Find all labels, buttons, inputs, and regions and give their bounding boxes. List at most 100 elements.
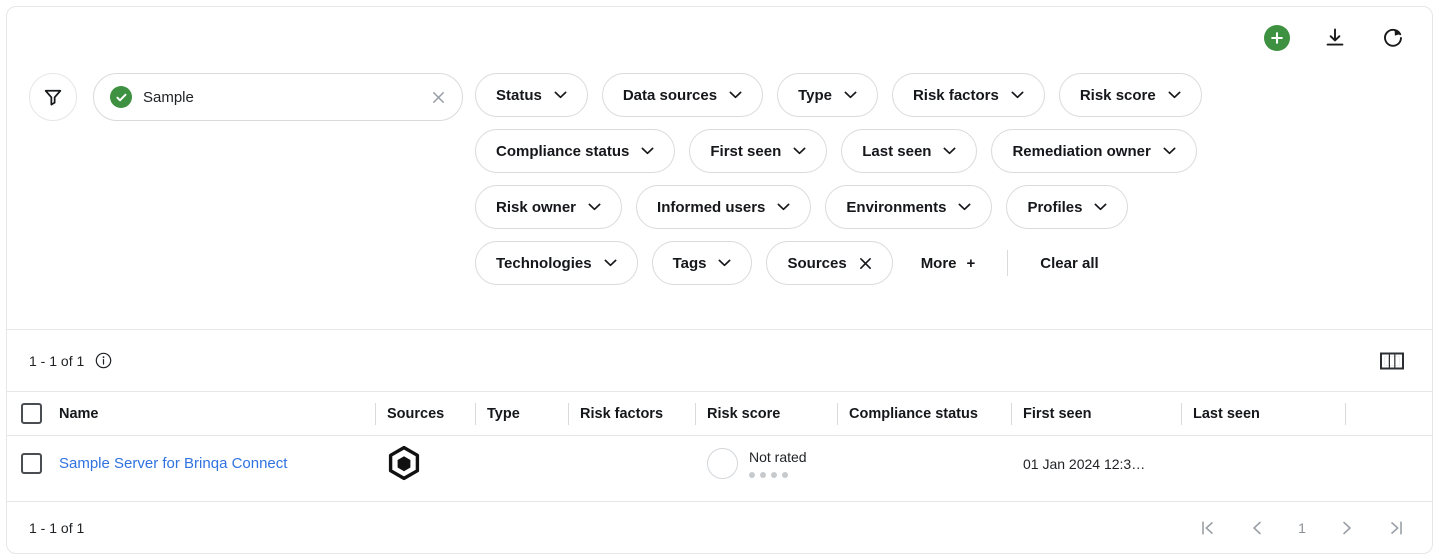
row-checkbox[interactable] — [20, 453, 42, 474]
info-icon[interactable] — [95, 352, 112, 369]
search-input[interactable]: Sample — [93, 73, 463, 121]
chevron-down-icon — [777, 203, 790, 211]
filter-chip-technologies[interactable]: Technologies — [475, 241, 638, 285]
download-icon — [1326, 28, 1344, 46]
column-header-compliance-status[interactable]: Compliance status — [837, 392, 1011, 435]
close-icon — [432, 91, 444, 103]
add-button[interactable] — [1264, 25, 1290, 51]
risk-dot — [782, 471, 788, 478]
previous-page-button[interactable] — [1246, 517, 1268, 539]
risk-score-indicator: Not rated — [707, 448, 807, 479]
column-header-risk-factors[interactable]: Risk factors — [568, 392, 695, 435]
columns-icon — [1380, 352, 1404, 369]
column-header-risk-score[interactable]: Risk score — [695, 392, 837, 435]
filter-chip-risk-owner[interactable]: Risk owner — [475, 185, 623, 229]
chip-label: Profiles — [1027, 198, 1083, 216]
column-header-type[interactable]: Type — [475, 392, 568, 435]
results-count-bar: 1 - 1 of 1 — [7, 329, 1432, 391]
filter-chip-row-4: Technologies Tags Sources More + Clear a… — [475, 241, 1425, 285]
filter-chip-risk-factors[interactable]: Risk factors — [891, 73, 1045, 117]
risk-score-circle — [707, 448, 738, 479]
filter-chip-type[interactable]: Type — [777, 73, 878, 117]
chevron-down-icon — [588, 203, 601, 211]
chevron-left-icon — [1253, 521, 1261, 535]
results-table: Name Sources Type Risk factors Risk scor… — [7, 391, 1432, 491]
chip-label: Remediation owner — [1012, 142, 1151, 160]
chip-label: Last seen — [862, 142, 932, 160]
filter-chip-informed-users[interactable]: Informed users — [636, 185, 812, 229]
content-card: Sample Status Data sources Type Risk fac… — [6, 6, 1433, 554]
cell-type — [475, 436, 568, 491]
cell-first-seen: 01 Jan 2024 12:3… — [1011, 436, 1181, 491]
plus-icon — [1271, 32, 1283, 44]
cell-risk-score: Not rated — [695, 436, 837, 491]
filter-chip-environments[interactable]: Environments — [825, 185, 993, 229]
chevron-down-icon — [943, 147, 956, 155]
chip-label: Status — [496, 86, 542, 104]
app-root: Sample Status Data sources Type Risk fac… — [0, 0, 1439, 560]
risk-dot — [771, 471, 777, 478]
column-header-tail — [1345, 392, 1346, 435]
chevron-down-icon — [554, 91, 567, 99]
refresh-icon — [1384, 28, 1402, 47]
chip-label: Tags — [672, 254, 707, 272]
chevron-down-icon — [958, 203, 971, 211]
chip-label: Risk owner — [496, 198, 577, 216]
table-footer: 1 - 1 of 1 1 — [7, 501, 1432, 553]
chip-label: Type — [798, 86, 832, 104]
chevron-down-icon — [641, 147, 654, 155]
chevron-down-icon — [1168, 91, 1181, 99]
divider — [1007, 250, 1009, 276]
close-icon[interactable] — [859, 257, 872, 270]
funnel-icon — [44, 89, 62, 106]
first-seen-value: 01 Jan 2024 12:3… — [1023, 455, 1146, 472]
filter-area: Sample Status Data sources Type Risk fac… — [7, 73, 1432, 285]
search-value: Sample — [143, 88, 194, 106]
footer-results-count: 1 - 1 of 1 — [29, 520, 85, 536]
chip-label: Compliance status — [496, 142, 630, 160]
risk-score-meta: Not rated — [749, 449, 807, 478]
filter-chip-status[interactable]: Status — [475, 73, 588, 117]
filter-chip-tags[interactable]: Tags — [651, 241, 753, 285]
more-filters-button[interactable]: More + — [921, 255, 976, 272]
column-header-first-seen[interactable]: First seen — [1011, 392, 1181, 435]
chip-label: Risk score — [1079, 86, 1156, 104]
filter-chip-risk-score[interactable]: Risk score — [1058, 73, 1202, 117]
column-settings-button[interactable] — [1380, 351, 1404, 371]
table-row[interactable]: Sample Server for Brinqa Connect Not rat… — [7, 435, 1432, 491]
search-clear-button[interactable] — [428, 87, 448, 107]
refresh-button[interactable] — [1380, 25, 1406, 51]
chevron-down-icon — [793, 147, 806, 155]
select-all-checkbox[interactable] — [20, 403, 42, 424]
toolbar-actions — [1264, 25, 1406, 51]
download-button[interactable] — [1322, 25, 1348, 51]
last-page-button[interactable] — [1386, 517, 1408, 539]
chevron-down-icon — [604, 259, 617, 267]
filter-chip-profiles[interactable]: Profiles — [1006, 185, 1129, 229]
column-header-last-seen[interactable]: Last seen — [1181, 392, 1345, 435]
filter-chip-last-seen[interactable]: Last seen — [841, 129, 978, 173]
risk-dot — [760, 471, 766, 478]
filter-toggle-button[interactable] — [29, 73, 77, 121]
clear-all-button[interactable]: Clear all — [1040, 255, 1098, 272]
brinqa-hexagon-logo-icon[interactable] — [387, 445, 421, 482]
cell-sources — [375, 436, 475, 491]
filter-chip-data-sources[interactable]: Data sources — [601, 73, 764, 117]
page-number[interactable]: 1 — [1296, 520, 1308, 536]
filter-chip-compliance-status[interactable]: Compliance status — [475, 129, 676, 173]
first-page-button[interactable] — [1196, 517, 1218, 539]
column-header-sources[interactable]: Sources — [375, 392, 475, 435]
filter-chip-first-seen[interactable]: First seen — [689, 129, 828, 173]
filter-chip-sources[interactable]: Sources — [766, 241, 893, 285]
asset-name-link[interactable]: Sample Server for Brinqa Connect — [59, 455, 287, 472]
results-count: 1 - 1 of 1 — [29, 352, 85, 369]
chip-label: Data sources — [622, 86, 718, 104]
next-page-button[interactable] — [1336, 517, 1358, 539]
filter-chip-row-1: Status Data sources Type Risk factors Ri… — [475, 73, 1425, 117]
chevron-down-icon — [1011, 91, 1024, 99]
chip-label: Environments — [846, 198, 947, 216]
chevron-down-icon — [729, 91, 742, 99]
chip-label: Informed users — [657, 198, 766, 216]
filter-chip-remediation-owner[interactable]: Remediation owner — [991, 129, 1197, 173]
column-header-name[interactable]: Name — [55, 392, 375, 435]
